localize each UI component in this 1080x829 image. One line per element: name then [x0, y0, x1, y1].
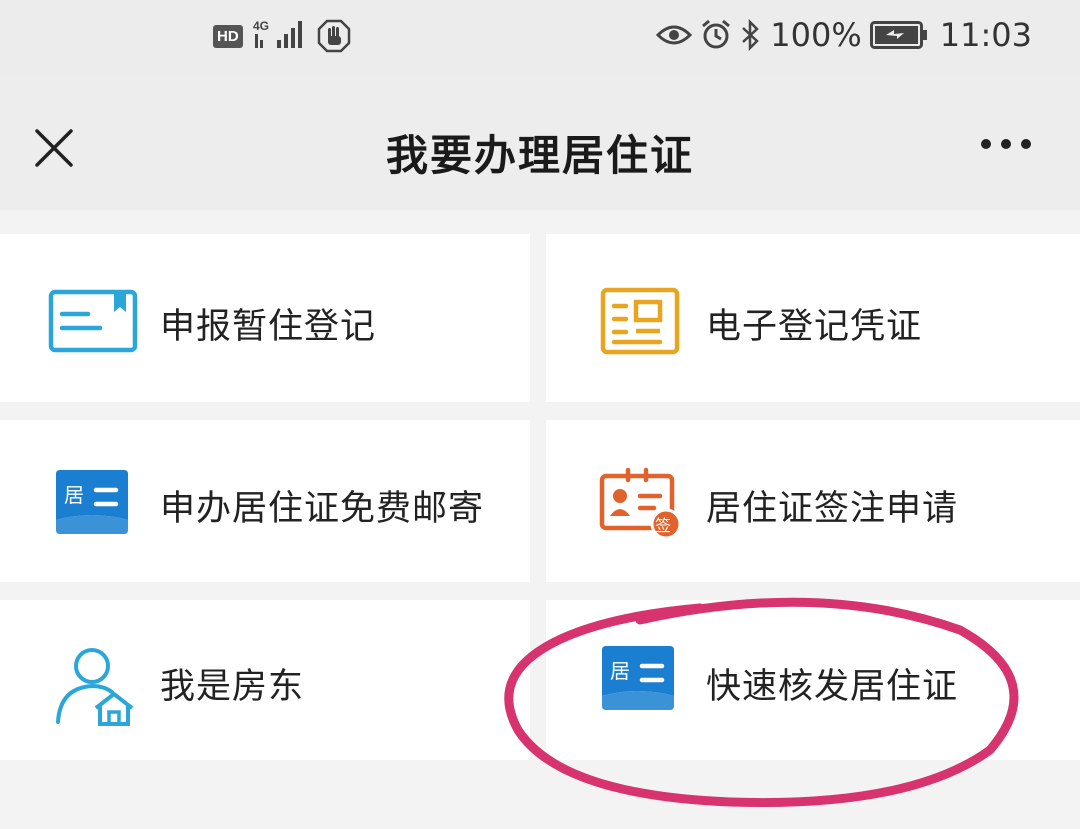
network-type-label: 4G: [253, 19, 269, 33]
menu-item-label: 居住证签注申请: [706, 489, 959, 529]
more-icon: [981, 139, 1031, 149]
menu-item-label: 我是房东: [160, 667, 305, 707]
badge-sign-icon: 签: [599, 467, 682, 540]
status-right: 100% 11:03: [656, 16, 1032, 54]
more-button[interactable]: [976, 132, 1036, 156]
menu-item-temp-residence-registration[interactable]: 申报暂住登记: [0, 234, 530, 402]
signal-icon: 4G: [253, 19, 302, 48]
menu-item-label: 申报暂住登记: [160, 307, 377, 347]
residence-card-icon: 居: [602, 646, 674, 710]
menu-item-residence-permit-endorsement[interactable]: 签 居住证签注申请: [546, 420, 1080, 582]
page-title: 我要办理居住证: [385, 131, 694, 180]
nav-bar: 我要办理居住证: [0, 76, 1080, 210]
status-left: HD 4G: [213, 18, 351, 54]
alarm-icon: [702, 19, 731, 49]
menu-grid: 申报暂住登记 电子登记凭证 居 申办居住证免费邮寄 签 居住证签注申请 我是房东…: [0, 212, 1080, 829]
menu-item-residence-permit-free-mail[interactable]: 居 申办居住证免费邮寄: [0, 420, 530, 582]
menu-item-i-am-landlord[interactable]: 我是房东: [0, 600, 530, 760]
menu-item-label: 快速核发居住证: [706, 667, 959, 707]
menu-item-electronic-certificate[interactable]: 电子登记凭证: [546, 234, 1080, 402]
eye-icon: [656, 25, 693, 45]
id-card-flag-icon: [48, 289, 138, 353]
landlord-icon: [56, 648, 134, 726]
clock-time: 11:03: [939, 16, 1032, 54]
battery-percent: 100%: [770, 16, 862, 54]
card-icon-text: 居: [610, 659, 630, 683]
hd-badge: HD: [213, 24, 243, 48]
menu-item-label: 申办居住证免费邮寄: [160, 489, 485, 529]
card-icon-text: 居: [64, 483, 84, 507]
menu-item-fast-issue-residence-permit[interactable]: 居 快速核发居住证: [546, 600, 1080, 760]
bluetooth-icon: [742, 19, 760, 51]
sign-icon-text: 签: [655, 516, 671, 535]
status-bar: HD 4G 100% 11:03: [0, 0, 1080, 76]
menu-item-label: 电子登记凭证: [706, 307, 923, 347]
privacy-hand-icon: [317, 19, 350, 53]
document-icon: [600, 287, 680, 355]
battery-icon: [869, 21, 927, 49]
residence-card-icon: 居: [56, 470, 128, 534]
